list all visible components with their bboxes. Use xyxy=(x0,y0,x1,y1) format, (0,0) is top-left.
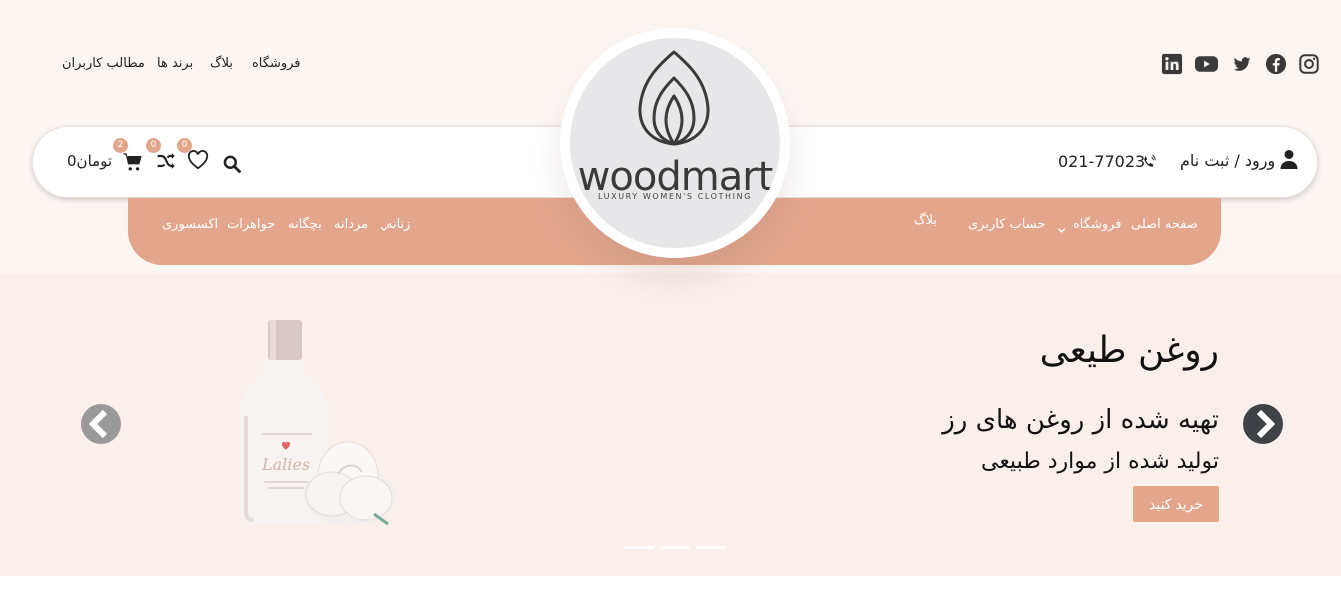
slider-dot-3[interactable] xyxy=(696,546,726,549)
search-icon[interactable] xyxy=(222,154,242,174)
logo-badge: woodmart LUXURY WOMEN'S CLOTHING xyxy=(570,38,780,248)
chevron-down-icon xyxy=(380,218,388,232)
cart-count-badge: 2 xyxy=(113,138,128,153)
twitter-icon[interactable] xyxy=(1231,54,1253,76)
logo[interactable]: woodmart LUXURY WOMEN'S CLOTHING xyxy=(560,28,790,258)
nav-women[interactable]: زنانه xyxy=(386,217,410,232)
facebook-icon[interactable] xyxy=(1265,53,1287,75)
nav-account[interactable]: حساب کاربری xyxy=(968,217,1045,232)
nav-home[interactable]: صفحه اصلی xyxy=(1131,217,1198,232)
chevron-down-icon xyxy=(1057,220,1066,233)
user-icon[interactable] xyxy=(1280,149,1298,169)
nav-shop[interactable]: فروشگاه xyxy=(1073,217,1122,232)
top-link-blog[interactable]: بلاگ xyxy=(210,56,233,71)
page-bottom xyxy=(0,576,1341,602)
top-link-user-posts[interactable]: مطالب کاربران xyxy=(62,56,145,71)
wishlist-count-badge: 0 xyxy=(177,138,192,153)
phone-icon xyxy=(1142,154,1156,170)
login-register-link[interactable]: ورود / ثبت نام xyxy=(1180,151,1275,170)
cart-icon[interactable] xyxy=(122,151,144,173)
linkedin-icon[interactable] xyxy=(1161,53,1183,75)
top-link-shop[interactable]: فروشگاه xyxy=(252,56,301,71)
slider-dot-1[interactable] xyxy=(624,546,654,549)
wishlist-heart-icon[interactable] xyxy=(187,150,209,170)
slider-prev-arrow-icon[interactable] xyxy=(81,404,121,444)
nav-jewelry[interactable]: جواهرات xyxy=(227,217,275,232)
nav-blog[interactable]: بلاگ xyxy=(914,213,937,228)
nav-men[interactable]: مردانه xyxy=(334,217,368,232)
slide-title: روغن طیعی xyxy=(1039,330,1219,371)
product-label: Lalies xyxy=(261,455,310,474)
logo-tagline: LUXURY WOMEN'S CLOTHING xyxy=(598,192,752,201)
lotus-icon xyxy=(638,50,710,146)
nav-accessories[interactable]: اکسسوری xyxy=(162,217,218,232)
compare-count-badge: 0 xyxy=(146,138,161,153)
product-image: Lalies xyxy=(228,316,398,532)
slide-subtitle: تهیه شده از روغن های رز xyxy=(942,405,1219,435)
nav-kids[interactable]: بچگانه xyxy=(288,217,322,232)
slider-next-arrow-icon[interactable] xyxy=(1243,404,1283,444)
youtube-icon[interactable] xyxy=(1194,53,1219,75)
compare-icon[interactable] xyxy=(155,151,177,171)
instagram-icon[interactable] xyxy=(1298,53,1320,75)
slider-dot-2[interactable] xyxy=(660,546,690,549)
cart-total[interactable]: 0تومان xyxy=(67,152,112,170)
slide-subtitle-secondary: تولید شده از موارد طبیعی xyxy=(980,449,1219,474)
top-link-brands[interactable]: برند ها xyxy=(157,56,193,71)
phone-number[interactable]: 021-77023 xyxy=(1058,152,1145,171)
buy-now-button[interactable]: خرید کنید xyxy=(1133,486,1219,522)
